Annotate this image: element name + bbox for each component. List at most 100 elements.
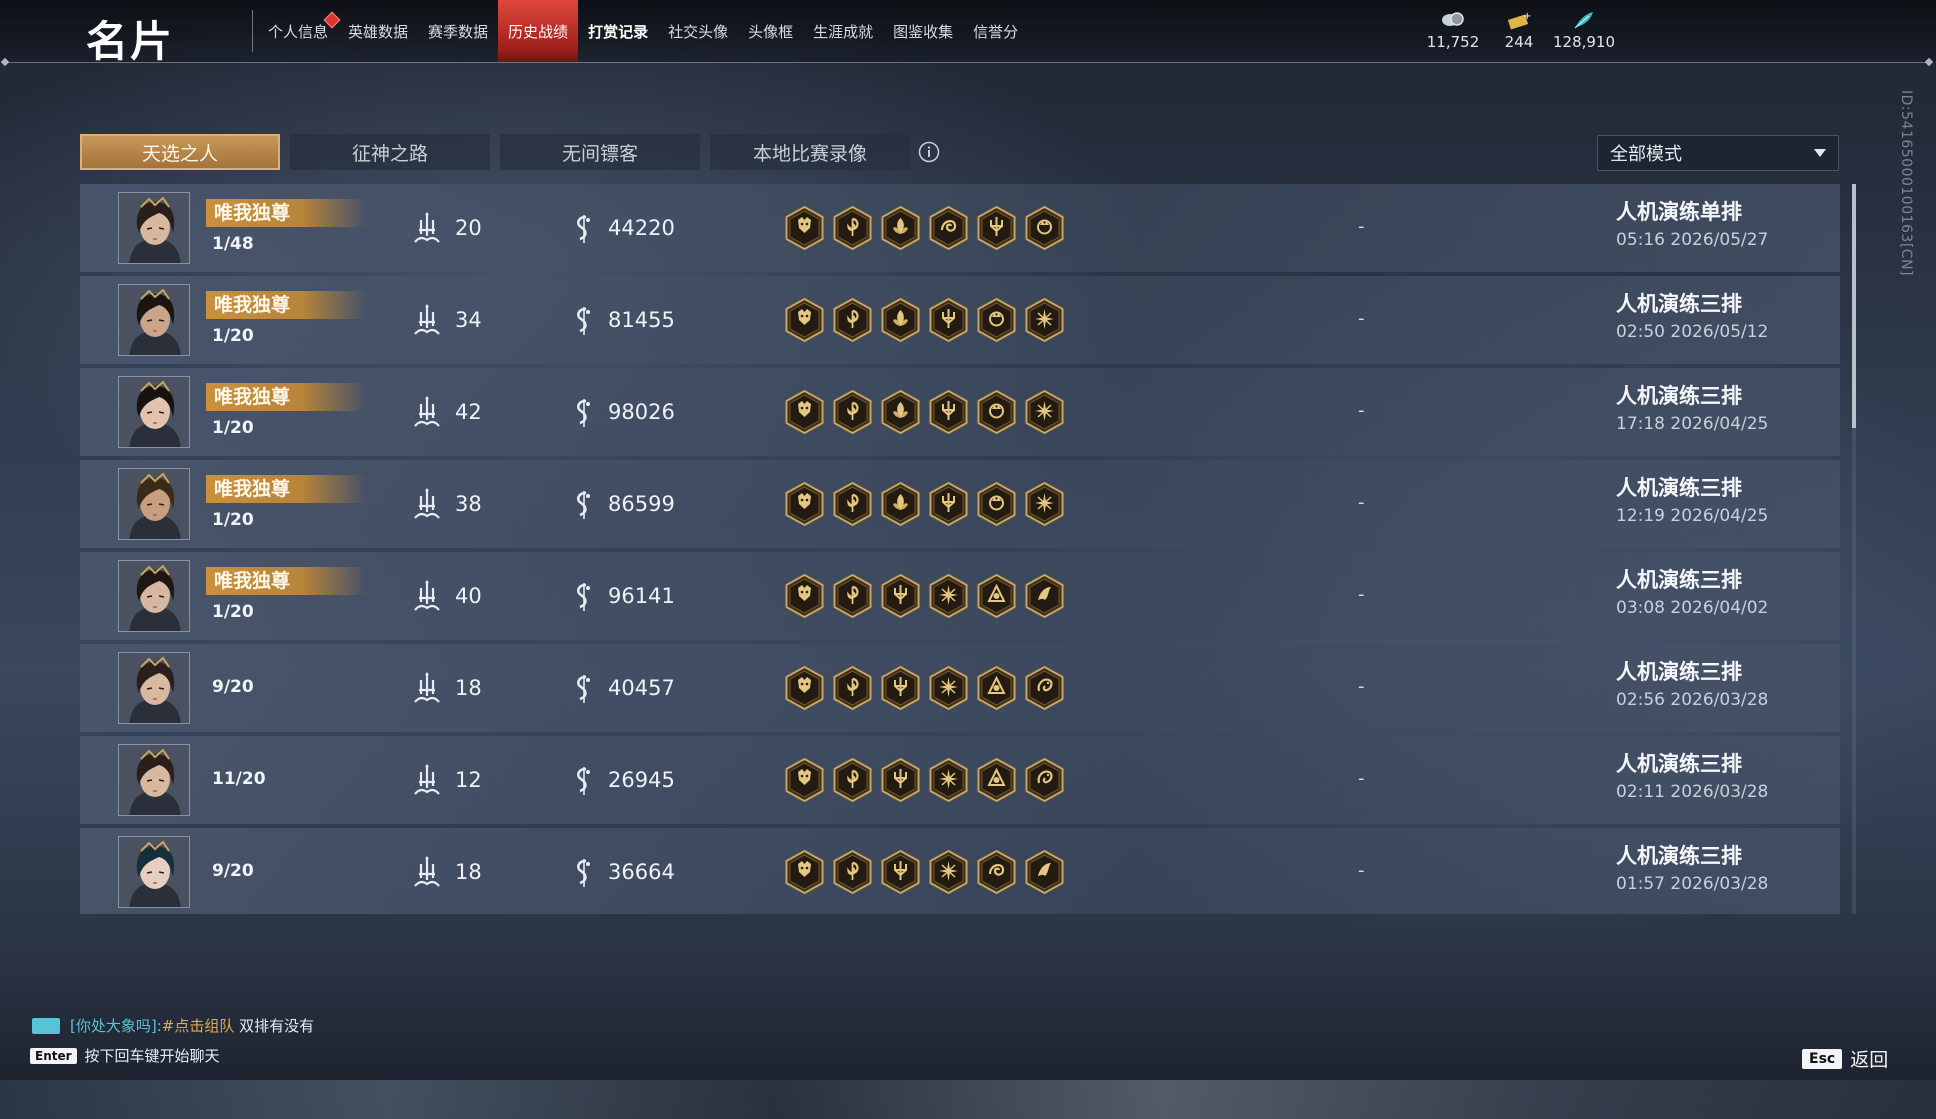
demon-mask-icon[interactable]	[785, 206, 824, 250]
lotus-icon[interactable]	[881, 298, 920, 342]
nav-tab[interactable]: 头像框	[738, 0, 803, 62]
score-value: 26945	[608, 768, 675, 792]
trident-icon[interactable]	[929, 482, 968, 526]
demon-mask-icon[interactable]	[785, 666, 824, 710]
star-icon[interactable]	[1025, 482, 1064, 526]
trident-icon[interactable]	[881, 666, 920, 710]
trident-icon[interactable]	[881, 850, 920, 894]
mode-filter-select[interactable]: 全部模式	[1597, 135, 1839, 171]
hero-avatar	[118, 284, 190, 356]
match-history-list: 唯我独尊 1/48 20 44220- 人机演练单排 05:16 2026/05/27 唯我…	[80, 184, 1840, 914]
chat-team-link[interactable]: #点击组队	[162, 1017, 235, 1035]
match-row[interactable]: 唯我独尊 1/20 34 81455 - 人机演练三排 02:50 2026/05/12	[80, 276, 1840, 364]
nav-tab[interactable]: 英雄数据	[338, 0, 418, 62]
phoenix-icon[interactable]	[1025, 850, 1064, 894]
equipment-icons	[785, 850, 1064, 894]
back-button[interactable]: Esc 返回	[1802, 1045, 1888, 1072]
star-icon[interactable]	[929, 574, 968, 618]
trident-icon[interactable]	[929, 298, 968, 342]
crown-icon[interactable]	[1025, 206, 1064, 250]
match-row[interactable]: 11/20 12 26945 - 人机演练三排 02:11 2026/03/28	[80, 736, 1840, 824]
demon-mask-icon[interactable]	[785, 390, 824, 434]
match-row[interactable]: 9/20 18 36664 - 人机演练三排 01:57 2026/03/28	[80, 828, 1840, 914]
score-icon	[566, 488, 600, 522]
spiral-icon[interactable]	[833, 850, 872, 894]
demon-mask-icon[interactable]	[785, 758, 824, 802]
crown-icon[interactable]	[977, 298, 1016, 342]
spiral-icon[interactable]	[833, 574, 872, 618]
match-mode: 人机演练三排	[1616, 476, 1742, 500]
placement-rank: 9/20	[212, 677, 254, 697]
lotus-icon[interactable]	[881, 206, 920, 250]
nav-tab[interactable]: 信誉分	[963, 0, 1028, 62]
dragon-icon[interactable]	[1025, 666, 1064, 710]
spiral-icon[interactable]	[833, 390, 872, 434]
star-icon[interactable]	[1025, 390, 1064, 434]
trident-icon[interactable]	[881, 758, 920, 802]
kills-icon	[410, 304, 444, 338]
triangle-icon[interactable]	[977, 574, 1016, 618]
spiral-icon[interactable]	[833, 758, 872, 802]
spiral-icon[interactable]	[833, 206, 872, 250]
player-id: ID:54165000100163[CN]	[1898, 90, 1914, 276]
empty-field: -	[1358, 216, 1365, 237]
trident-icon[interactable]	[929, 390, 968, 434]
empty-field: -	[1358, 584, 1365, 605]
match-row[interactable]: 唯我独尊 1/20 42 98026 - 人机演练三排 17:18 2026/04/25	[80, 368, 1840, 456]
crown-icon[interactable]	[977, 482, 1016, 526]
equipment-icons	[785, 574, 1064, 618]
nav-tab[interactable]: 历史战绩	[498, 0, 579, 62]
score-value: 86599	[608, 492, 675, 516]
equipment-icons	[785, 758, 1064, 802]
equipment-icons	[785, 298, 1064, 342]
nav-tab[interactable]: 生涯成就	[803, 0, 883, 62]
trident-icon[interactable]	[881, 574, 920, 618]
nav-tab[interactable]: 个人信息	[258, 0, 341, 62]
triangle-icon[interactable]	[977, 758, 1016, 802]
record-tab[interactable]: 征神之路	[290, 134, 490, 170]
star-icon[interactable]	[929, 850, 968, 894]
demon-mask-icon[interactable]	[785, 298, 824, 342]
match-row[interactable]: 唯我独尊 1/20 38 86599 - 人机演练三排 12:19 2026/04/25	[80, 460, 1840, 548]
crown-icon[interactable]	[977, 390, 1016, 434]
swirl-icon[interactable]	[977, 850, 1016, 894]
equipment-icons	[785, 206, 1064, 250]
hero-avatar	[118, 192, 190, 264]
info-icon[interactable]	[918, 141, 940, 163]
chat-input-hint[interactable]: Enter 按下回车键开始聊天	[30, 1045, 220, 1066]
nav-tab[interactable]: 社交头像	[658, 0, 738, 62]
record-tab[interactable]: 天选之人	[80, 134, 280, 170]
demon-mask-icon[interactable]	[785, 850, 824, 894]
lotus-icon[interactable]	[881, 482, 920, 526]
list-scrollbar[interactable]	[1852, 184, 1856, 914]
spiral-icon[interactable]	[833, 298, 872, 342]
demon-mask-icon[interactable]	[785, 482, 824, 526]
star-icon[interactable]	[929, 758, 968, 802]
swirl-icon[interactable]	[929, 206, 968, 250]
triangle-icon[interactable]	[977, 666, 1016, 710]
nav-tab[interactable]: 图鉴收集	[883, 0, 963, 62]
star-icon[interactable]	[1025, 298, 1064, 342]
trident-icon[interactable]	[977, 206, 1016, 250]
lotus-icon[interactable]	[881, 390, 920, 434]
match-row[interactable]: 唯我独尊 1/20 40 96141 - 人机演练三排 03:08 2026/04/02	[80, 552, 1840, 640]
empty-field: -	[1358, 400, 1365, 421]
feather-icon	[1574, 12, 1593, 29]
record-tab[interactable]: 无间镖客	[500, 134, 700, 170]
match-row[interactable]: 9/20 18 40457 - 人机演练三排 02:56 2026/03/28	[80, 644, 1840, 732]
star-icon[interactable]	[929, 666, 968, 710]
phoenix-icon[interactable]	[1025, 574, 1064, 618]
record-tab[interactable]: 本地比赛录像	[710, 134, 910, 170]
nav-tab[interactable]: 赛季数据	[418, 0, 498, 62]
spiral-icon[interactable]	[833, 482, 872, 526]
dragon-icon[interactable]	[1025, 758, 1064, 802]
demon-mask-icon[interactable]	[785, 574, 824, 618]
scrollbar-thumb[interactable]	[1852, 184, 1856, 428]
currency-value: 244	[1504, 33, 1534, 51]
nav-tab[interactable]: 打赏记录	[578, 0, 658, 62]
equipment-icons	[785, 666, 1064, 710]
spiral-icon[interactable]	[833, 666, 872, 710]
equipment-icons	[785, 482, 1064, 526]
nav-tab-label: 头像框	[748, 22, 794, 41]
match-row[interactable]: 唯我独尊 1/48 20 44220 - 人机演练单排 05:16 2026/05/27	[80, 184, 1840, 272]
